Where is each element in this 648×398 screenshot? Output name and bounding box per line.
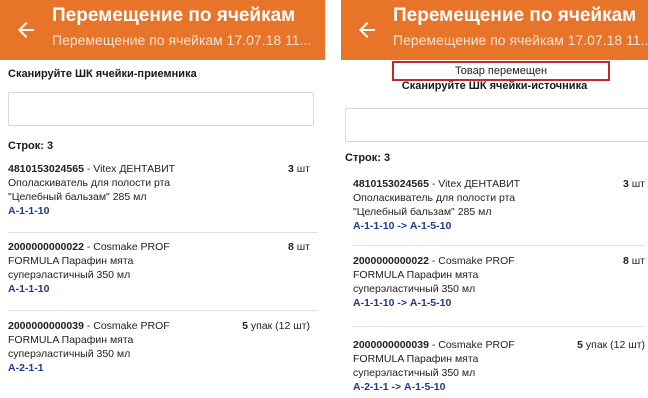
- item-location: А-1-1-10 -> А-1-5-10: [353, 297, 452, 309]
- list-item[interactable]: 4810153024565 - Vitex ДЕНТАВИТ Ополаскив…: [353, 177, 645, 233]
- arrow-left-icon[interactable]: [14, 18, 38, 42]
- item-qty-unit: шт: [293, 163, 310, 175]
- item-description: 2000000000022 - Cosmake PROF FORMULA Пар…: [8, 240, 203, 282]
- item-description: 2000000000022 - Cosmake PROF FORMULA Пар…: [353, 254, 548, 296]
- divider: [8, 310, 318, 311]
- page-subtitle: Перемещение по ячейкам 17.07.18 11...: [393, 32, 648, 48]
- item-location: А-2-1-1: [8, 362, 44, 374]
- item-qty-unit: упак (12 шт): [247, 320, 310, 332]
- scan-prompt: Сканируйте ШК ячейки-приемника: [8, 68, 197, 80]
- page-title: Перемещение по ячейкам: [393, 5, 637, 26]
- item-location: А-1-1-10: [8, 283, 50, 295]
- item-barcode: 4810153024565: [8, 163, 84, 175]
- app-bar: Перемещение по ячейкам Перемещение по яч…: [0, 0, 325, 60]
- scan-prompt: Сканируйте ШК ячейки-источника: [401, 80, 588, 92]
- item-qty-unit: шт: [628, 178, 645, 190]
- item-description: 2000000000039 - Cosmake PROF FORMULA Пар…: [353, 338, 548, 380]
- item-quantity: 5 упак (12 шт): [242, 319, 310, 333]
- item-quantity: 3 шт: [288, 162, 310, 176]
- rows-count: Строк: 3: [8, 140, 54, 152]
- item-quantity: 8 шт: [623, 254, 645, 268]
- item-quantity: 8 шт: [288, 240, 310, 254]
- item-barcode: 2000000000039: [8, 320, 84, 332]
- item-barcode: 4810153024565: [353, 178, 429, 190]
- item-quantity: 5 упак (12 шт): [577, 338, 645, 352]
- item-location: А-1-1-10: [8, 205, 50, 217]
- page-title: Перемещение по ячейкам: [52, 5, 296, 26]
- item-barcode: 2000000000022: [8, 241, 84, 253]
- screenshot-stage: Перемещение по ячейкам Перемещение по яч…: [0, 0, 648, 398]
- divider: [353, 245, 645, 246]
- app-bar: Перемещение по ячейкам Перемещение по яч…: [341, 0, 648, 60]
- barcode-input[interactable]: [8, 92, 314, 126]
- item-qty-unit: упак (12 шт): [582, 339, 645, 351]
- arrow-left-icon[interactable]: [355, 18, 379, 42]
- item-barcode: 2000000000039: [353, 339, 429, 351]
- item-location: А-1-1-10 -> А-1-5-10: [353, 220, 452, 232]
- item-location: А-2-1-1 -> А-1-5-10: [353, 381, 446, 393]
- divider: [8, 232, 318, 233]
- list-item[interactable]: 2000000000022 - Cosmake PROF FORMULA Пар…: [8, 240, 318, 296]
- list-item[interactable]: 4810153024565 - Vitex ДЕНТАВИТ Ополаскив…: [8, 162, 318, 218]
- list-item[interactable]: 2000000000039 - Cosmake PROF FORMULA Пар…: [8, 319, 318, 375]
- barcode-input[interactable]: [345, 108, 648, 142]
- screen-source-scan: Перемещение по ячейкам Перемещение по яч…: [341, 0, 648, 398]
- divider: [353, 326, 645, 327]
- item-quantity: 3 шт: [623, 177, 645, 191]
- list-item[interactable]: 2000000000022 - Cosmake PROF FORMULA Пар…: [353, 254, 645, 310]
- item-qty-unit: шт: [293, 241, 310, 253]
- rows-count: Строк: 3: [345, 152, 391, 164]
- item-description: 4810153024565 - Vitex ДЕНТАВИТ Ополаскив…: [8, 162, 203, 204]
- success-toast: Товар перемещен: [392, 61, 610, 81]
- page-subtitle: Перемещение по ячейкам 17.07.18 11...: [52, 32, 312, 48]
- item-qty-unit: шт: [628, 255, 645, 267]
- list-item[interactable]: 2000000000039 - Cosmake PROF FORMULA Пар…: [353, 338, 645, 394]
- item-barcode: 2000000000022: [353, 255, 429, 267]
- item-description: 2000000000039 - Cosmake PROF FORMULA Пар…: [8, 319, 203, 361]
- screen-destination-scan: Перемещение по ячейкам Перемещение по яч…: [0, 0, 325, 398]
- item-description: 4810153024565 - Vitex ДЕНТАВИТ Ополаскив…: [353, 177, 548, 219]
